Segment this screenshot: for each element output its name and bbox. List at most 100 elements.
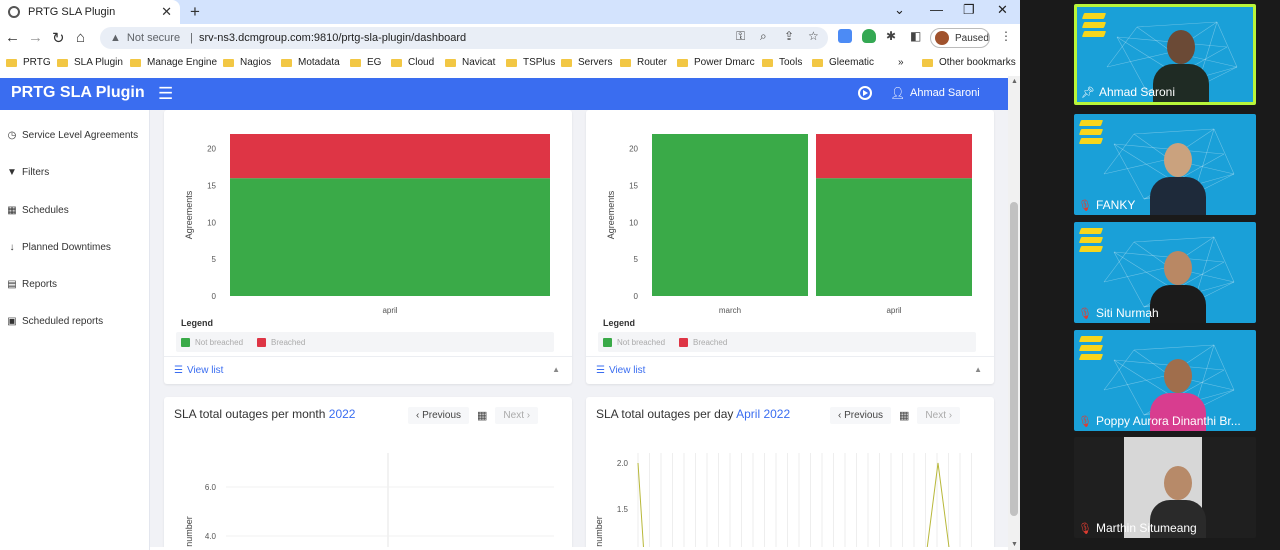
participant-tile[interactable]: 🎙︎ Poppy Aurora Dinanthi Br...: [1074, 330, 1256, 431]
x-tick-label: april: [886, 306, 901, 315]
legend-swatch-breached: [679, 337, 689, 347]
outages-month-chart: 4.0 6.0 ...e number: [184, 453, 554, 547]
sidebar-item-planned-downtimes[interactable]: ↓ Planned Downtimes: [6, 242, 111, 253]
chart-card-right: 0 5 10 15 20 Agreements march april Legend Not …: [586, 110, 994, 384]
home-button[interactable]: ⌂: [76, 29, 85, 46]
profile-button[interactable]: Paused: [930, 28, 990, 48]
sidebar-item-service-level-agreements[interactable]: ◷ Service Level Agreements: [6, 130, 139, 141]
legend-title: Legend: [603, 318, 636, 328]
scroll-up-icon[interactable]: ▲: [1011, 78, 1018, 85]
translate-extension-icon[interactable]: [838, 29, 852, 43]
bookmark-cloud[interactable]: Cloud: [391, 57, 434, 68]
security-label: Not secure: [126, 32, 181, 44]
minimize-button[interactable]: —: [930, 2, 943, 17]
more-bookmarks-button[interactable]: »: [898, 57, 904, 68]
forward-button[interactable]: →: [28, 29, 43, 46]
bookmark-tsplus[interactable]: TSPlus: [506, 57, 555, 68]
series-line: [926, 462, 950, 547]
user-name[interactable]: Ahmad Saroni: [910, 87, 980, 99]
legend-swatch-not-breached: [603, 337, 612, 347]
bookmark-navicat[interactable]: Navicat: [445, 57, 495, 68]
agreements-chart-right: 0 5 10 15 20 Agreements march april: [606, 134, 972, 315]
close-tab-icon[interactable]: ✕: [161, 4, 172, 20]
sidebar-item-schedules[interactable]: ▦ Schedules: [6, 205, 68, 216]
bookmark-star-icon[interactable]: ☆: [808, 29, 819, 43]
scroll-down-icon[interactable]: ▼: [1011, 541, 1018, 548]
bookmark-prtg[interactable]: PRTG: [6, 57, 51, 68]
bookmark-sla-plugin[interactable]: SLA Plugin: [57, 57, 123, 68]
participant-tile[interactable]: 🎙︎ Marthin Situmeang: [1074, 437, 1256, 538]
folder-icon: [130, 58, 141, 67]
extensions-puzzle-icon[interactable]: ✱: [886, 29, 896, 43]
zoom-icon[interactable]: ⌕: [760, 29, 767, 44]
bookmark-router[interactable]: Router: [620, 57, 667, 68]
bar-breached: [816, 134, 972, 179]
participant-name: 🎙︎ FANKY: [1078, 198, 1136, 212]
legend-not-breached[interactable]: Not breached: [195, 338, 243, 347]
folder-icon: [561, 58, 572, 67]
share-icon[interactable]: ⇪: [784, 29, 794, 43]
participant-name: 📌︎ Ahmad Saroni: [1081, 85, 1176, 99]
profile-status: Paused: [955, 32, 989, 44]
bookmark-servers[interactable]: Servers: [561, 57, 612, 68]
shield-extension-icon[interactable]: [862, 29, 876, 43]
legend-breached[interactable]: Breached: [271, 338, 305, 347]
participant-tile[interactable]: 📌︎ Ahmad Saroni: [1074, 4, 1256, 105]
collapse-caret-icon[interactable]: ▲: [974, 365, 982, 374]
app-title[interactable]: PRTG SLA Plugin: [11, 84, 145, 102]
y-tick-label: 6.0: [205, 483, 217, 492]
scroll-thumb[interactable]: [1010, 202, 1018, 516]
brand-logo-icon: [1078, 228, 1104, 256]
bookmark-nagios[interactable]: Nagios: [223, 57, 271, 68]
user-icon: 👤︎: [890, 86, 906, 100]
bookmark-gleematic[interactable]: Gleematic: [812, 57, 874, 68]
bookmarks-bar: PRTG SLA Plugin Manage Engine Nagios Mot…: [0, 52, 1020, 74]
play-circle-icon[interactable]: [858, 86, 872, 100]
bookmark-manage-engine[interactable]: Manage Engine: [130, 57, 217, 68]
browser-menu-icon[interactable]: ⋮: [1000, 29, 1012, 43]
legend-swatch-breached: [257, 337, 267, 347]
legend-swatch-not-breached: [181, 337, 190, 347]
participant-tile[interactable]: 🎙︎ Siti Nurmah: [1074, 222, 1256, 323]
sidebar-item-scheduled-reports[interactable]: ▣ Scheduled reports: [6, 316, 103, 327]
key-icon[interactable]: ⚿: [736, 29, 745, 44]
folder-icon: [57, 58, 68, 67]
x-tick-label: april: [382, 306, 397, 315]
maximize-button[interactable]: ❐: [963, 2, 975, 18]
bookmark-power-dmarc[interactable]: Power Dmarc: [677, 57, 755, 68]
bookmark-eg[interactable]: EG: [350, 57, 381, 68]
bookmark-motadata[interactable]: Motadata: [281, 57, 340, 68]
tab-search-icon[interactable]: ⌄: [894, 2, 905, 18]
list-icon: ☰: [174, 365, 183, 376]
close-window-button[interactable]: ✕: [997, 2, 1008, 18]
new-tab-button[interactable]: +: [190, 2, 200, 22]
sidepanel-icon[interactable]: ◧: [910, 29, 921, 43]
browser-toolbar: ← → ↻ ⌂ ▲ Not secure | srv-ns3.dcmgroup.…: [0, 24, 1020, 52]
y-tick-label: 5: [634, 255, 639, 264]
tab-strip: PRTG SLA Plugin ✕ + ⌄ — ❐ ✕: [0, 0, 1020, 24]
legend-breached[interactable]: Breached: [693, 338, 727, 347]
sidebar-item-filters[interactable]: ▼ Filters: [6, 167, 49, 178]
folder-icon: [391, 58, 402, 67]
folder-icon: [281, 58, 292, 67]
bookmark-tools[interactable]: Tools: [762, 57, 802, 68]
app-header: PRTG SLA Plugin ☰ 👤︎ Ahmad Saroni: [0, 78, 1010, 110]
y-axis-label: ...e number: [594, 516, 604, 547]
folder-icon: [762, 58, 773, 67]
folder-icon: [922, 58, 933, 67]
brand-logo-icon: [1078, 336, 1104, 364]
hamburger-menu-icon[interactable]: ☰: [158, 84, 173, 104]
sidebar-item-reports[interactable]: ▤ Reports: [6, 279, 57, 290]
collapse-caret-icon[interactable]: ▲: [552, 365, 560, 374]
back-button[interactable]: ←: [5, 29, 20, 46]
other-bookmarks[interactable]: Other bookmarks: [922, 57, 1016, 68]
view-list-link[interactable]: ☰ View list ▲: [164, 356, 572, 384]
folder-icon: [350, 58, 361, 67]
view-list-link[interactable]: ☰ View list ▲: [586, 356, 994, 384]
participant-tile[interactable]: 🎙︎ FANKY: [1074, 114, 1256, 215]
page-scrollbar[interactable]: ▲ ▼: [1008, 76, 1020, 550]
reload-button[interactable]: ↻: [52, 29, 65, 47]
browser-tab[interactable]: PRTG SLA Plugin ✕: [0, 0, 180, 24]
legend-not-breached[interactable]: Not breached: [617, 338, 665, 347]
address-bar[interactable]: ▲ Not secure | srv-ns3.dcmgroup.com:9810…: [100, 27, 828, 49]
